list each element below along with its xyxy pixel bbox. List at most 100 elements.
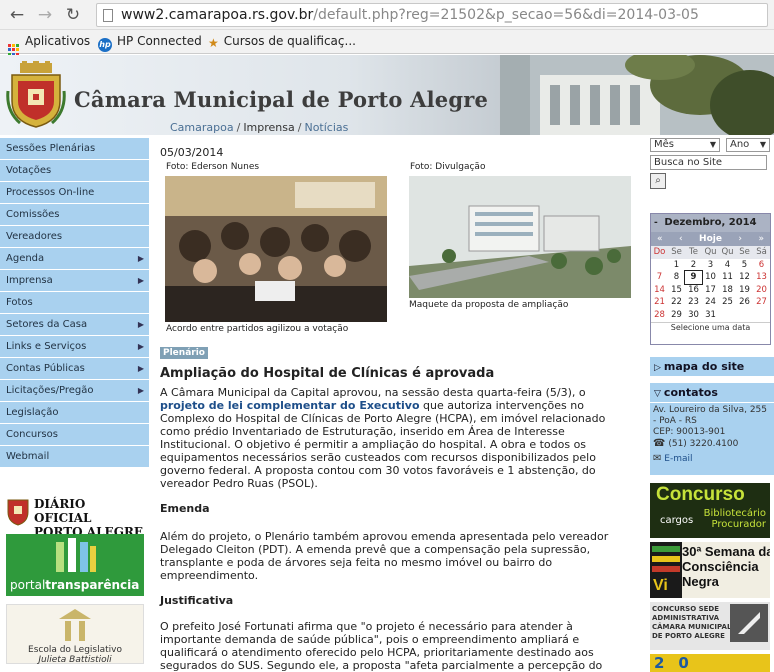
breadcrumb-link-noticias[interactable]: Notícias [304,121,348,134]
site-title[interactable]: Câmara Municipal de Porto Alegre [74,87,488,112]
calendar-menu-icon[interactable]: - [654,214,658,232]
calendar-day[interactable]: 20 [753,284,770,297]
prev-month-button[interactable]: ‹ [679,232,683,246]
calendar-day[interactable]: 23 [685,296,702,309]
left-nav-item[interactable]: Sessões Plenárias [0,138,150,160]
calendar-day[interactable]: 2 [685,259,702,272]
calendar-day[interactable]: 12 [736,271,753,284]
hp-logo-icon: hp [98,38,112,52]
calendar-day[interactable]: 24 [702,296,719,309]
calendar-empty-cell [651,259,668,272]
calendar-day[interactable]: 28 [651,309,668,322]
photo-plenario-agreement[interactable] [165,176,387,322]
portal-transparencia-logo[interactable]: portaltransparência [6,534,144,596]
calendar-day[interactable]: 27 [753,296,770,309]
phone-number: (51) 3220.4100 [668,439,739,449]
next-month-button[interactable]: › [738,232,742,246]
left-nav-item[interactable]: Agenda ▶ [0,248,150,270]
month-select[interactable]: Mês ▼ [650,138,720,152]
bookmark-hp-connected[interactable]: hp HP Connected [98,34,202,52]
contacts-box: Av. Loureiro da Silva, 255 - PoA - RS CE… [650,403,774,475]
left-nav-item[interactable]: Processos On-line [0,182,150,204]
bookmark-cursos[interactable]: ★ Cursos de qualificaç... [208,34,356,50]
calendar-day[interactable]: 1 [668,259,685,272]
left-nav-item[interactable]: Imprensa ▶ [0,270,150,292]
address-bar[interactable]: www2.camarapoa.rs.gov.br/default.php?reg… [96,3,768,27]
calendar-day[interactable]: 25 [719,296,736,309]
category-tag[interactable]: Plenário [160,347,208,359]
left-nav-item[interactable]: Comissões [0,204,150,226]
back-icon[interactable]: ← [6,4,28,26]
calendar-day[interactable]: 15 [668,284,685,297]
left-nav-label: Sessões Plenárias [6,143,96,154]
phone-icon: ☎ [653,438,666,449]
calendar-day[interactable]: 22 [668,296,685,309]
svg-text:Vi: Vi [653,577,668,594]
forward-icon[interactable]: → [34,4,56,26]
escola-line2: Julieta Battistioli [38,655,112,665]
breadcrumb-link-camarapoa[interactable]: Camarapoa [170,121,234,134]
email-link[interactable]: E-mail [664,454,692,464]
mapa-do-site-link[interactable]: ▷ mapa do site [650,357,774,376]
chevron-right-icon: ▶ [137,386,144,395]
calendar-day[interactable]: 3 [702,259,719,272]
calendar-day[interactable]: 8 [668,271,685,284]
calendar-day[interactable]: 11 [719,271,736,284]
calendar-weekday: Se [736,246,753,259]
calendar-day[interactable]: 4 [719,259,736,272]
project-link[interactable]: projeto de lei complementar do Executivo [160,399,420,412]
calendar-day[interactable]: 30 [685,309,702,322]
prev-year-button[interactable]: « [657,232,663,246]
banner-concurso[interactable]: Concurso cargos Bibliotecário Procurador [650,483,770,538]
photo-hospital-model[interactable] [409,176,631,298]
calendar-day[interactable]: 26 [736,296,753,309]
left-nav-item[interactable]: Concursos [0,424,150,446]
calendar-day[interactable]: 13 [753,271,770,284]
calendar-day[interactable]: 9 [684,270,703,285]
escola-legislativo-logo[interactable]: Escola do Legislativo Julieta Battistiol… [6,604,144,665]
banner-semana-line3: Negra [682,574,719,589]
calendar-days-grid: Do Se Te Qu Qu Se Sá 1 2 3 4 5 6 7 8 9 10 11 12 13 14 15 16 17 1… [651,246,770,321]
breadcrumb-link-imprensa[interactable]: Imprensa [243,121,294,134]
calendar-day[interactable]: 7 [651,271,668,284]
banner-consciencia-negra[interactable]: Vi 30ª Semana da Consciência Negra [650,542,770,598]
left-nav-item[interactable]: Setores da Casa ▶ [0,314,150,336]
subheading-justificativa: Justificativa [160,594,234,607]
left-nav-item[interactable]: Links e Serviços ▶ [0,336,150,358]
next-year-button[interactable]: » [758,232,764,246]
calendar-day[interactable]: 18 [719,284,736,297]
calendar-day[interactable]: 5 [736,259,753,272]
search-icon[interactable]: ⌕ [650,173,666,189]
search-input[interactable]: Busca no Site [650,155,767,170]
calendar-day[interactable]: 21 [651,296,668,309]
calendar-day[interactable]: 10 [702,271,719,284]
consciencia-pattern-icon: Vi [650,542,682,598]
left-nav-item[interactable]: Contas Públicas ▶ [0,358,150,380]
left-nav-item[interactable]: Licitações/Pregão ▶ [0,380,150,402]
left-nav-item[interactable]: Vereadores [0,226,150,248]
calendar-day[interactable]: 17 [702,284,719,297]
address-line2: - PoA - RS [653,416,697,426]
diario-oficial-logo[interactable]: DIÁRIO OFICIAL PORTO ALEGRE [6,494,144,539]
left-nav-item[interactable]: Webmail [0,446,150,468]
left-nav-item[interactable]: Votações [0,160,150,182]
contatos-header[interactable]: ▽ contatos [650,383,774,402]
reload-icon[interactable]: ↻ [62,4,84,26]
calendar-weekday: Se [668,246,685,259]
left-nav-item[interactable]: Fotos [0,292,150,314]
left-nav-label: Concursos [6,429,58,440]
banner-20-anos[interactable]: 20 20 [650,654,770,672]
calendar-day[interactable]: 29 [668,309,685,322]
left-nav-item[interactable]: Legislação [0,402,150,424]
year-select[interactable]: Ano ▼ [726,138,770,152]
bookmark-apps[interactable]: Aplicativos [8,34,90,56]
calendar-day[interactable]: 16 [685,284,702,297]
calendar-day[interactable]: 6 [753,259,770,272]
calendar-day[interactable]: 14 [651,284,668,297]
today-button[interactable]: Hoje [699,234,722,244]
calendar-day[interactable]: 31 [702,309,719,322]
calendar-nav: « ‹ Hoje › » [651,232,770,246]
banner-concurso-sede[interactable]: CONCURSO SEDE ADMINISTRATIVA CÂMARA MUNI… [650,602,770,650]
calendar-weekday: Do [651,246,668,259]
calendar-day[interactable]: 19 [736,284,753,297]
